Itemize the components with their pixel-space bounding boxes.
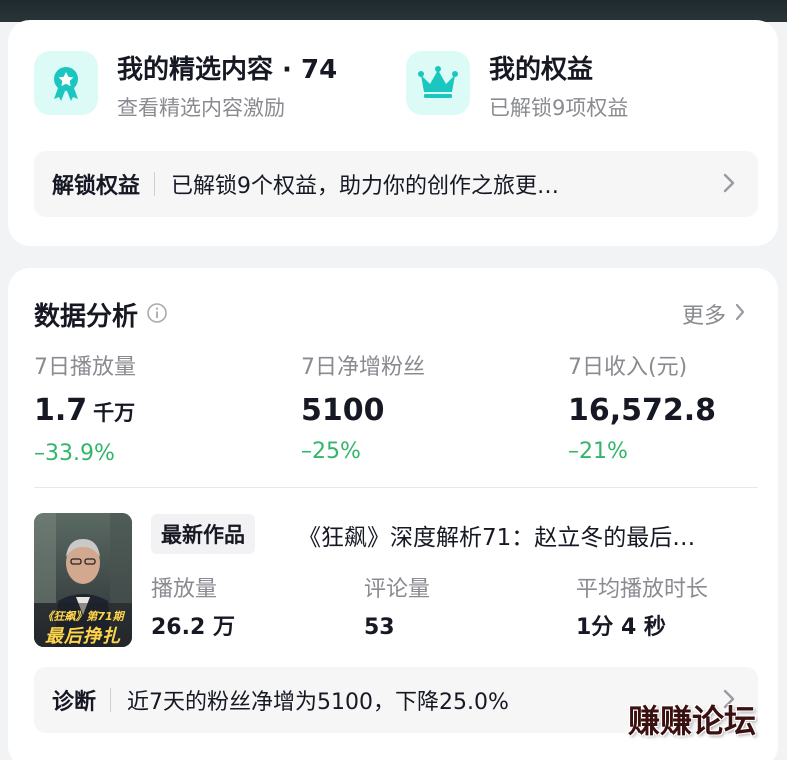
selected-content-title: 我的精选内容 · 74: [117, 55, 338, 85]
section-header: 数据分析: [34, 296, 168, 333]
stat-change: –21%: [568, 439, 628, 464]
more-label: 更多: [681, 304, 726, 329]
stat-value: 16,572.8: [568, 393, 717, 428]
work-stat-label: 平均播放时长: [576, 577, 709, 602]
data-analysis-title: 数据分析: [34, 302, 139, 332]
work-stat-label: 评论量: [364, 577, 431, 602]
my-rights-entry[interactable]: 我的权益 已解锁9项权益: [406, 51, 628, 124]
work-stat-plays: 播放量 26.2 万: [151, 576, 235, 642]
selected-content-entry[interactable]: 我的精选内容 · 74 查看精选内容激励: [34, 51, 337, 124]
chevron-right-icon: [722, 171, 736, 199]
work-stat-avg-duration: 平均播放时长 1分 4 秒: [576, 576, 708, 642]
stat-value: 1.7 千万: [34, 394, 136, 430]
stat-value: 5100: [301, 393, 385, 428]
my-rights-title: 我的权益: [489, 55, 594, 85]
my-rights-subtitle: 已解锁9项权益: [489, 96, 629, 120]
work-stat-value: 53: [364, 615, 395, 640]
stat-plays-7d[interactable]: 7日播放量 1.7 千万 –33.9%: [34, 354, 136, 468]
stat-net-fans-7d[interactable]: 7日净增粉丝 5100 –25%: [301, 354, 425, 466]
selected-content-subtitle: 查看精选内容激励: [117, 96, 285, 120]
forum-watermark: 赚赚论坛: [628, 702, 757, 740]
bar-divider: [110, 688, 112, 712]
thumbnail-caption-bottom: 最后挣扎: [45, 626, 121, 647]
bar-divider: [154, 172, 156, 196]
more-link[interactable]: 更多: [682, 298, 746, 330]
stat-change: –33.9%: [34, 441, 115, 466]
stat-label: 7日净增粉丝: [301, 355, 425, 380]
unlock-rights-bar[interactable]: 解锁权益 已解锁9个权益，助力你的创作之旅更…: [34, 151, 758, 217]
latest-work-tag-label: 最新作品: [161, 523, 245, 547]
stat-change: –25%: [301, 439, 361, 464]
latest-work-tag: 最新作品: [151, 514, 255, 554]
diagnosis-label: 诊断: [52, 690, 97, 715]
creator-benefits-card: 我的精选内容 · 74 查看精选内容激励 我的权益 已解锁9项权益 解锁权益 已…: [8, 20, 778, 246]
info-icon[interactable]: [146, 302, 168, 328]
latest-work-title[interactable]: 《狂飙》深度解析71：赵立冬的最后…: [298, 518, 758, 552]
work-stat-comments: 评论量 53: [364, 576, 430, 642]
stat-label: 7日播放量: [34, 355, 136, 380]
unlock-rights-label: 解锁权益: [52, 174, 141, 199]
crown-icon: [406, 51, 470, 115]
medal-star-icon: [34, 51, 98, 115]
stat-label: 7日收入(元): [568, 355, 688, 380]
work-stat-label: 播放量: [151, 577, 218, 602]
divider-line: [34, 487, 758, 488]
work-stat-value: 26.2 万: [151, 615, 235, 640]
diagnosis-text: 近7天的粉丝净增为5100，下降25.0%: [127, 690, 509, 715]
work-stat-value: 1分 4 秒: [576, 615, 666, 640]
data-analysis-card: 数据分析 更多 7日播放量 1.7 千万 –33.9% 7日净增粉丝 5100 –…: [8, 268, 778, 760]
stat-income-7d[interactable]: 7日收入(元) 16,572.8 –21%: [568, 354, 716, 466]
unlock-rights-text: 已解锁9个权益，助力你的创作之旅更…: [171, 174, 560, 199]
top-status-strip: [0, 0, 787, 22]
video-thumbnail[interactable]: 《狂飙》第71期 最后挣扎: [34, 513, 132, 647]
stat-unit: 千万: [93, 401, 136, 425]
stat-number: 1.7: [34, 393, 88, 428]
chevron-right-icon: [734, 302, 746, 326]
